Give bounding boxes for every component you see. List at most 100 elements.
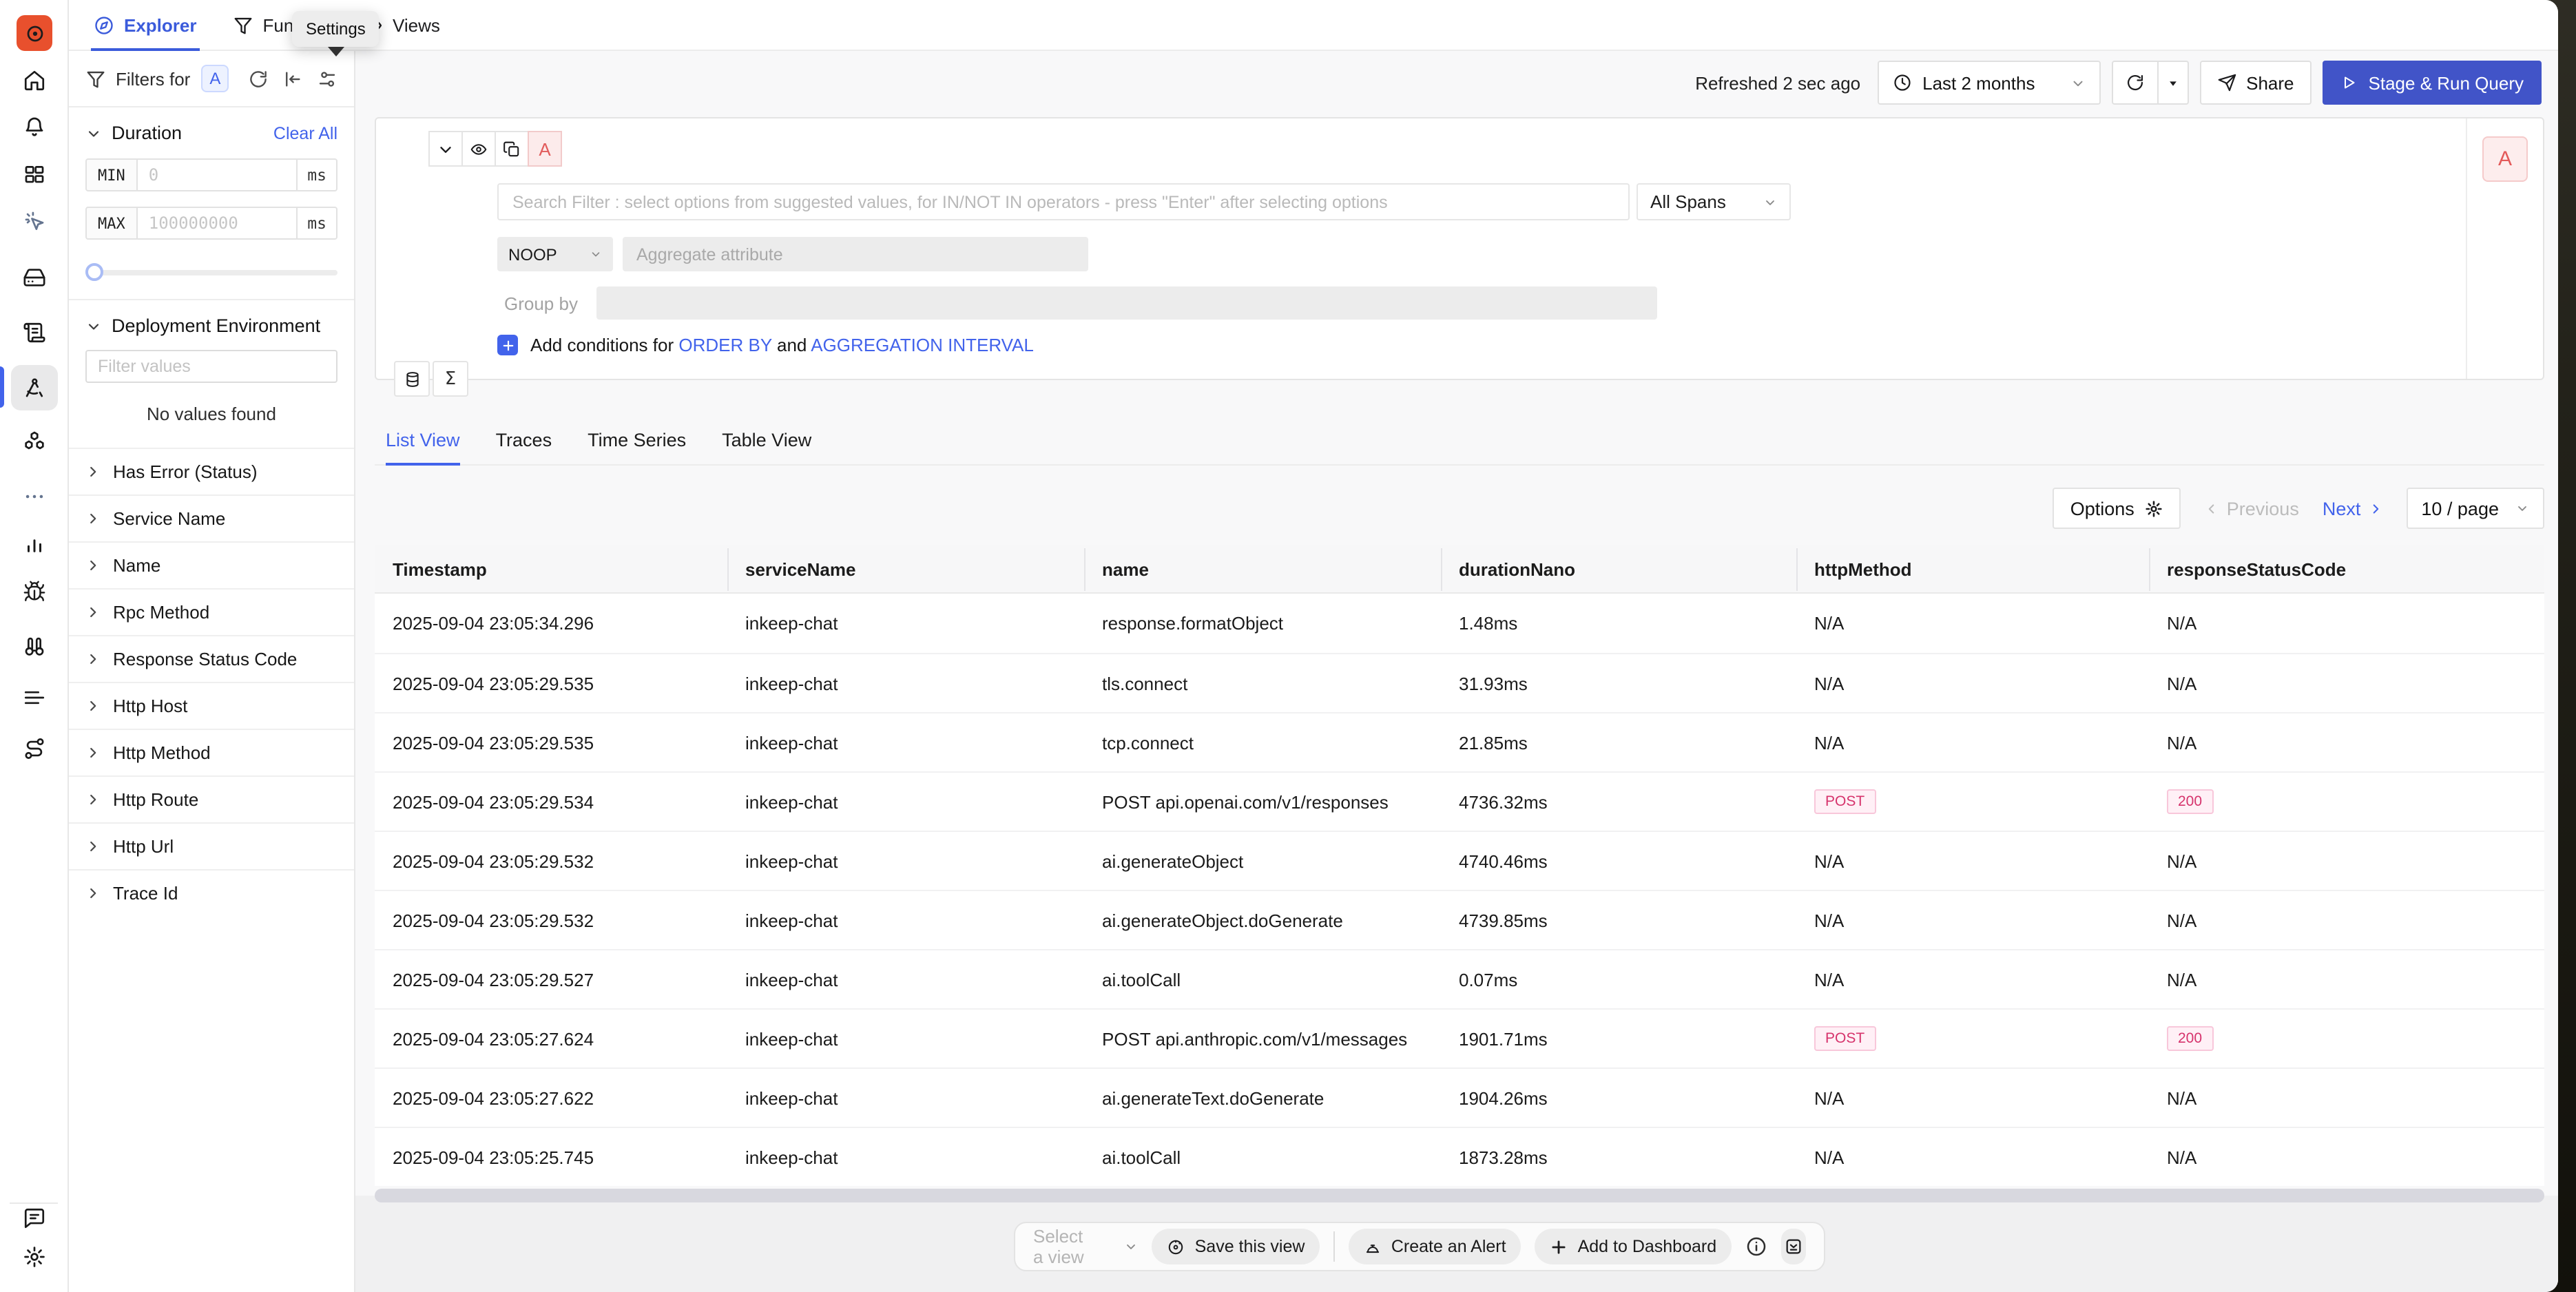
page-size-select[interactable]: 10 / page xyxy=(2406,488,2544,529)
sidebar-item-traces-compass[interactable] xyxy=(22,376,45,399)
sidebar-item-settings-gear[interactable] xyxy=(22,1245,45,1269)
table-row[interactable]: 2025-09-04 23:05:27.622inkeep-chatai.gen… xyxy=(375,1067,2544,1127)
sidebar-item-infrastructure[interactable] xyxy=(22,266,45,289)
sidebar-item-dashboards-grid[interactable] xyxy=(22,163,45,186)
tab-traces[interactable]: Traces xyxy=(496,415,552,464)
refresh-button[interactable] xyxy=(2111,61,2158,105)
slider-track[interactable] xyxy=(85,270,337,275)
support-chat-icon xyxy=(22,1207,45,1230)
cell-name: ai.generateText.doGenerate xyxy=(1084,1087,1441,1108)
sidebar-item-logs-scroll[interactable] xyxy=(22,321,45,344)
stage-run-query-button[interactable]: Stage & Run Query xyxy=(2323,61,2542,105)
save-view-disc-icon xyxy=(1167,1238,1185,1255)
page-size-value: 10 / page xyxy=(2421,498,2499,519)
min-input[interactable] xyxy=(138,158,297,191)
chevron-down-icon[interactable] xyxy=(85,125,102,141)
filter-section-name[interactable]: Name xyxy=(69,541,354,588)
chevron-down-icon[interactable] xyxy=(85,317,102,334)
filter-section-service-name[interactable]: Service Name xyxy=(69,494,354,541)
info-icon[interactable] xyxy=(1745,1236,1767,1258)
order-by-link[interactable]: ORDER BY xyxy=(678,335,771,355)
span-scope-select[interactable]: All Spans xyxy=(1637,183,1791,220)
select-view-dropdown[interactable]: Select a view xyxy=(1033,1226,1139,1267)
add-to-dashboard-button[interactable]: Add to Dashboard xyxy=(1535,1229,1732,1264)
table-row[interactable]: 2025-09-04 23:05:29.527inkeep-chatai.too… xyxy=(375,949,2544,1008)
group-by-input[interactable] xyxy=(597,286,1658,320)
sidebar-item-cursor-click[interactable] xyxy=(22,209,45,233)
sidebar-item-support-chat[interactable] xyxy=(22,1207,45,1230)
tab-table-view[interactable]: Table View xyxy=(722,415,811,464)
aggregate-operator-select[interactable]: NOOP xyxy=(497,237,613,271)
clear-all-link[interactable]: Clear All xyxy=(273,123,337,143)
filter-section-http-host[interactable]: Http Host xyxy=(69,682,354,729)
content-row: Filters for A Duration Clear All xyxy=(69,51,2558,1292)
export-image-button[interactable] xyxy=(1781,1229,1806,1264)
sidebar-item-metrics-chart[interactable] xyxy=(22,532,45,555)
cell-service-name: inkeep-chat xyxy=(727,732,1084,753)
add-query-button[interactable] xyxy=(394,361,430,397)
create-alert-button[interactable]: Create an Alert xyxy=(1349,1229,1521,1264)
slider-handle[interactable] xyxy=(85,263,103,281)
tab-time-series[interactable]: Time Series xyxy=(588,415,686,464)
refresh-caret-button[interactable] xyxy=(2158,61,2188,105)
tab-list-view[interactable]: List View xyxy=(386,415,460,464)
query-label-badge[interactable]: A xyxy=(2482,136,2528,182)
table-row[interactable]: 2025-09-04 23:05:29.532inkeep-chatai.gen… xyxy=(375,831,2544,890)
previous-page-button[interactable]: Previous xyxy=(2205,498,2299,519)
filters-query-badge[interactable]: A xyxy=(201,65,229,92)
spans-table: Timestamp serviceName name durationNano … xyxy=(375,545,2544,1202)
max-input[interactable] xyxy=(138,207,297,240)
deployment-filter-input[interactable] xyxy=(85,350,337,383)
tab-explorer[interactable]: Explorer xyxy=(91,0,200,50)
sync-refresh-icon[interactable] xyxy=(248,68,269,89)
filter-section-http-route[interactable]: Http Route xyxy=(69,775,354,822)
table-row[interactable]: 2025-09-04 23:05:27.624inkeep-chatPOST a… xyxy=(375,1008,2544,1067)
col-response-status[interactable]: responseStatusCode xyxy=(2149,559,2544,579)
filter-section-has-error-status-[interactable]: Has Error (Status) xyxy=(69,448,354,494)
filter-section-http-url[interactable]: Http Url xyxy=(69,822,354,869)
filter-section-trace-id[interactable]: Trace Id xyxy=(69,869,354,916)
signoz-logo[interactable] xyxy=(17,15,52,51)
results-options-row: Options Previous Next 10 / page xyxy=(2053,488,2544,529)
filter-settings-icon[interactable] xyxy=(317,68,337,89)
search-filter-input[interactable] xyxy=(497,183,1630,220)
table-row[interactable]: 2025-09-04 23:05:34.296inkeep-chatrespon… xyxy=(375,594,2544,653)
col-name[interactable]: name xyxy=(1084,559,1441,579)
options-button[interactable]: Options xyxy=(2053,488,2181,529)
col-timestamp[interactable]: Timestamp xyxy=(375,559,727,579)
sidebar-item-home[interactable] xyxy=(22,69,45,92)
sidebar-item-more-ellipsis[interactable] xyxy=(22,485,45,508)
sidebar-item-pipelines-list[interactable] xyxy=(22,686,45,709)
table-row[interactable]: 2025-09-04 23:05:25.745inkeep-chatai.too… xyxy=(375,1127,2544,1186)
share-button[interactable]: Share xyxy=(2199,61,2312,105)
clone-query-button[interactable] xyxy=(495,131,529,167)
filter-section-rpc-method[interactable]: Rpc Method xyxy=(69,588,354,635)
col-service-name[interactable]: serviceName xyxy=(727,559,1084,579)
chevron-down-icon xyxy=(2515,501,2529,515)
table-row[interactable]: 2025-09-04 23:05:29.534inkeep-chatPOST a… xyxy=(375,771,2544,831)
table-row[interactable]: 2025-09-04 23:05:29.535inkeep-chattcp.co… xyxy=(375,712,2544,771)
time-range-select[interactable]: Last 2 months xyxy=(1877,61,2100,105)
col-duration[interactable]: durationNano xyxy=(1441,559,1796,579)
sidebar-item-exceptions-bug[interactable] xyxy=(22,580,45,603)
table-row[interactable]: 2025-09-04 23:05:29.532inkeep-chatai.gen… xyxy=(375,890,2544,949)
toggle-visibility-button[interactable] xyxy=(461,131,496,167)
save-view-button[interactable]: Save this view xyxy=(1152,1229,1320,1264)
plus-icon[interactable] xyxy=(497,335,518,355)
query-name-tab[interactable]: A xyxy=(528,131,562,167)
filter-section-http-method[interactable]: Http Method xyxy=(69,729,354,775)
aggregation-interval-link[interactable]: AGGREGATION INTERVAL xyxy=(811,335,1034,355)
col-http-method[interactable]: httpMethod xyxy=(1796,559,2149,579)
next-page-button[interactable]: Next xyxy=(2323,498,2383,519)
horizontal-scrollbar[interactable] xyxy=(375,1189,2544,1202)
sidebar-item-service-map-binoculars[interactable] xyxy=(22,635,45,658)
sidebar-item-services-boxes[interactable] xyxy=(22,430,45,453)
filter-section-response-status-code[interactable]: Response Status Code xyxy=(69,635,354,682)
table-row[interactable]: 2025-09-04 23:05:29.535inkeep-chattls.co… xyxy=(375,653,2544,712)
collapse-query-button[interactable] xyxy=(428,131,463,167)
collapse-panel-icon[interactable] xyxy=(282,68,303,89)
add-formula-button[interactable]: Σ xyxy=(433,361,468,397)
aggregate-attribute-input[interactable] xyxy=(623,237,1088,271)
sidebar-item-alerts-bell[interactable] xyxy=(22,116,45,139)
sidebar-item-integrations-route[interactable] xyxy=(22,737,45,760)
